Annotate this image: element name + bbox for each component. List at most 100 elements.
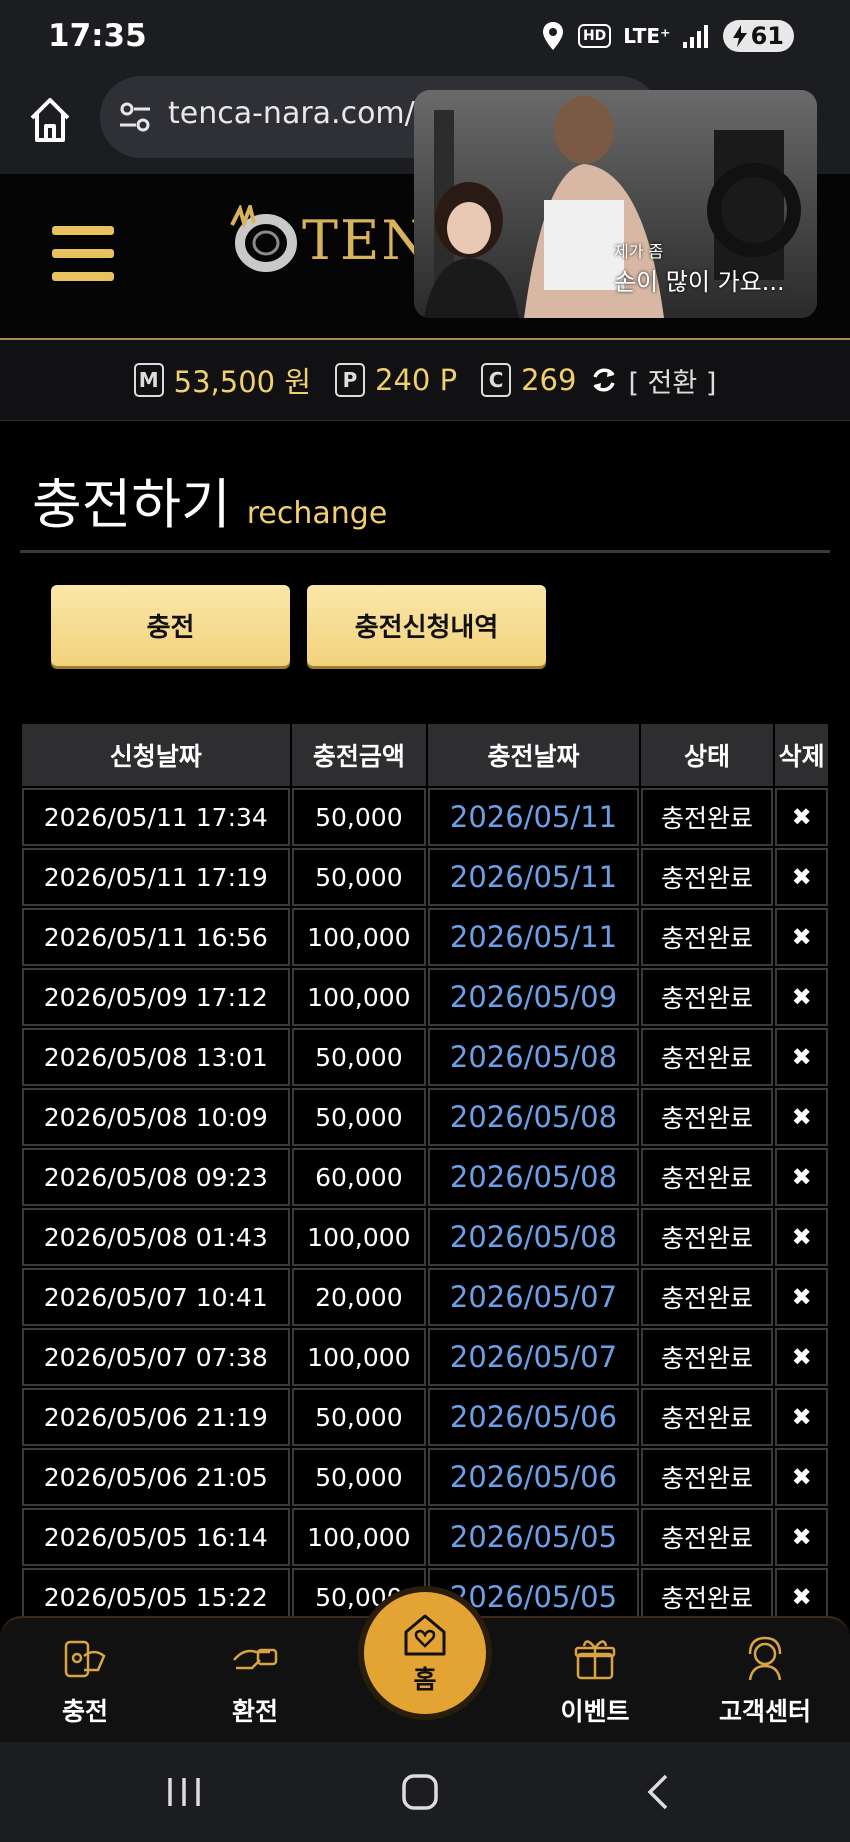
recent-apps-icon[interactable]: [160, 1772, 208, 1812]
delete-icon[interactable]: ✖: [775, 1208, 828, 1266]
header-charge-date: 충전날짜: [428, 724, 639, 786]
nav-event-label: 이벤트: [560, 1697, 630, 1726]
point-badge-icon: P: [335, 363, 366, 397]
video-pip-overlay[interactable]: 제가 좀 손이 많이 가요...: [414, 90, 817, 318]
gift-icon: [574, 1640, 616, 1680]
table-row: 2026/05/06 21:05 50,000 2026/05/06 충전완료 …: [22, 1448, 828, 1506]
delete-icon[interactable]: ✖: [775, 1148, 828, 1206]
money-badge-icon: M: [133, 363, 164, 397]
exchange-icon: [233, 1648, 278, 1670]
amount-cell: 100,000: [291, 908, 427, 966]
status-cell: 충전완료: [640, 1208, 774, 1266]
status-cell: 충전완료: [640, 1448, 774, 1506]
charge-date-link[interactable]: 2026/05/11: [428, 848, 639, 906]
nav-event[interactable]: 이벤트: [520, 1618, 670, 1744]
headset-support-icon: [748, 1636, 782, 1681]
table-row: 2026/05/08 10:09 50,000 2026/05/08 충전완료 …: [22, 1088, 828, 1146]
site-settings-icon[interactable]: [118, 100, 152, 134]
amount-cell: 50,000: [291, 1388, 427, 1446]
status-icons: HD LTE⁺ 61: [540, 20, 794, 52]
delete-icon[interactable]: ✖: [775, 1328, 828, 1386]
charge-date-link[interactable]: 2026/05/09: [428, 968, 639, 1026]
charge-date-link[interactable]: 2026/05/05: [428, 1508, 639, 1566]
table-row: 2026/05/09 17:12 100,000 2026/05/09 충전완료…: [22, 968, 828, 1026]
money-balance: 53,500 원: [173, 365, 312, 399]
coin-balance: 269: [521, 363, 577, 397]
charge-date-link[interactable]: 2026/05/08: [428, 1208, 639, 1266]
battery-level: 61: [750, 22, 784, 50]
amount-cell: 50,000: [291, 1088, 427, 1146]
charge-date-link[interactable]: 2026/05/11: [428, 788, 639, 846]
delete-icon[interactable]: ✖: [775, 1388, 828, 1446]
coin-badge-icon: C: [481, 363, 512, 397]
refresh-icon[interactable]: [590, 366, 618, 394]
system-home-icon[interactable]: [396, 1772, 444, 1812]
point-balance: 240 P: [375, 363, 458, 397]
delete-icon[interactable]: ✖: [775, 1088, 828, 1146]
delete-icon[interactable]: ✖: [775, 968, 828, 1026]
amount-cell: 60,000: [291, 1148, 427, 1206]
amount-cell: 50,000: [291, 1028, 427, 1086]
charge-date-link[interactable]: 2026/05/07: [428, 1328, 639, 1386]
header-status: 상태: [640, 724, 774, 786]
table-row: 2026/05/08 01:43 100,000 2026/05/08 충전완료…: [22, 1208, 828, 1266]
page-title-korean: 충전하기: [32, 473, 231, 536]
request-date-cell: 2026/05/08 10:09: [22, 1088, 290, 1146]
table-row: 2026/05/08 09:23 60,000 2026/05/08 충전완료 …: [22, 1148, 828, 1206]
video-caption: 제가 좀 손이 많이 가요...: [614, 238, 785, 297]
status-cell: 충전완료: [640, 908, 774, 966]
table-row: 2026/05/11 17:19 50,000 2026/05/11 충전완료 …: [22, 848, 828, 906]
switch-link[interactable]: [ 전환 ]: [628, 361, 716, 400]
request-date-cell: 2026/05/06 21:19: [22, 1388, 290, 1446]
nav-support[interactable]: 고객센터: [690, 1618, 840, 1744]
request-date-cell: 2026/05/08 13:01: [22, 1028, 290, 1086]
delete-icon[interactable]: ✖: [775, 1448, 828, 1506]
nav-home-button[interactable]: 홈: [358, 1586, 492, 1720]
delete-icon[interactable]: ✖: [775, 1508, 828, 1566]
table-row: 2026/05/11 16:56 100,000 2026/05/11 충전완료…: [22, 908, 828, 966]
delete-icon[interactable]: ✖: [775, 1268, 828, 1326]
browser-home-icon[interactable]: [28, 94, 72, 146]
header-delete: 삭제: [775, 724, 828, 786]
charge-date-link[interactable]: 2026/05/08: [428, 1028, 639, 1086]
request-date-cell: 2026/05/07 10:41: [22, 1268, 290, 1326]
status-cell: 충전완료: [640, 1148, 774, 1206]
page-title: 충전하기 rechange: [32, 460, 387, 539]
menu-icon[interactable]: [52, 226, 114, 282]
charge-date-link[interactable]: 2026/05/07: [428, 1268, 639, 1326]
charging-bolt-icon: [732, 25, 747, 47]
status-time: 17:35: [48, 18, 147, 54]
delete-icon[interactable]: ✖: [775, 848, 828, 906]
header-request-date: 신청날짜: [22, 724, 290, 786]
table-row: 2026/05/11 17:34 50,000 2026/05/11 충전완료 …: [22, 788, 828, 846]
request-date-cell: 2026/05/05 16:14: [22, 1508, 290, 1566]
amount-cell: 50,000: [291, 848, 427, 906]
status-cell: 충전완료: [640, 1028, 774, 1086]
charge-date-link[interactable]: 2026/05/08: [428, 1148, 639, 1206]
charge-date-link[interactable]: 2026/05/11: [428, 908, 639, 966]
request-date-cell: 2026/05/11 17:19: [22, 848, 290, 906]
table-row: 2026/05/05 16:14 100,000 2026/05/05 충전완료…: [22, 1508, 828, 1566]
delete-icon[interactable]: ✖: [775, 1028, 828, 1086]
back-icon[interactable]: [636, 1772, 684, 1812]
table-row: 2026/05/08 13:01 50,000 2026/05/08 충전완료 …: [22, 1028, 828, 1086]
system-nav-bar: [0, 1742, 850, 1842]
nav-exchange[interactable]: 환전: [180, 1618, 330, 1744]
delete-icon[interactable]: ✖: [775, 908, 828, 966]
site-logo[interactable]: TEN: [226, 200, 431, 280]
table-row: 2026/05/07 07:38 100,000 2026/05/07 충전완료…: [22, 1328, 828, 1386]
location-icon: [542, 22, 563, 50]
video-caption-line1: 제가 좀: [614, 242, 664, 261]
charge-date-link[interactable]: 2026/05/08: [428, 1088, 639, 1146]
delete-icon[interactable]: ✖: [775, 788, 828, 846]
nav-charge[interactable]: 충전: [10, 1618, 160, 1744]
header-amount: 충전금액: [291, 724, 427, 786]
charge-history-table: 신청날짜 충전금액 충전날짜 상태 삭제 2026/05/11 17:34 50…: [20, 722, 830, 1628]
charge-date-link[interactable]: 2026/05/06: [428, 1448, 639, 1506]
status-cell: 충전완료: [640, 1328, 774, 1386]
tab-charge-button[interactable]: 충전: [51, 585, 290, 666]
amount-cell: 100,000: [291, 1328, 427, 1386]
charge-date-link[interactable]: 2026/05/06: [428, 1388, 639, 1446]
points-bar: M 53,500 원 P 240 P C 269 [ 전환 ]: [0, 340, 850, 421]
tab-history-button[interactable]: 충전신청내역: [307, 585, 546, 666]
